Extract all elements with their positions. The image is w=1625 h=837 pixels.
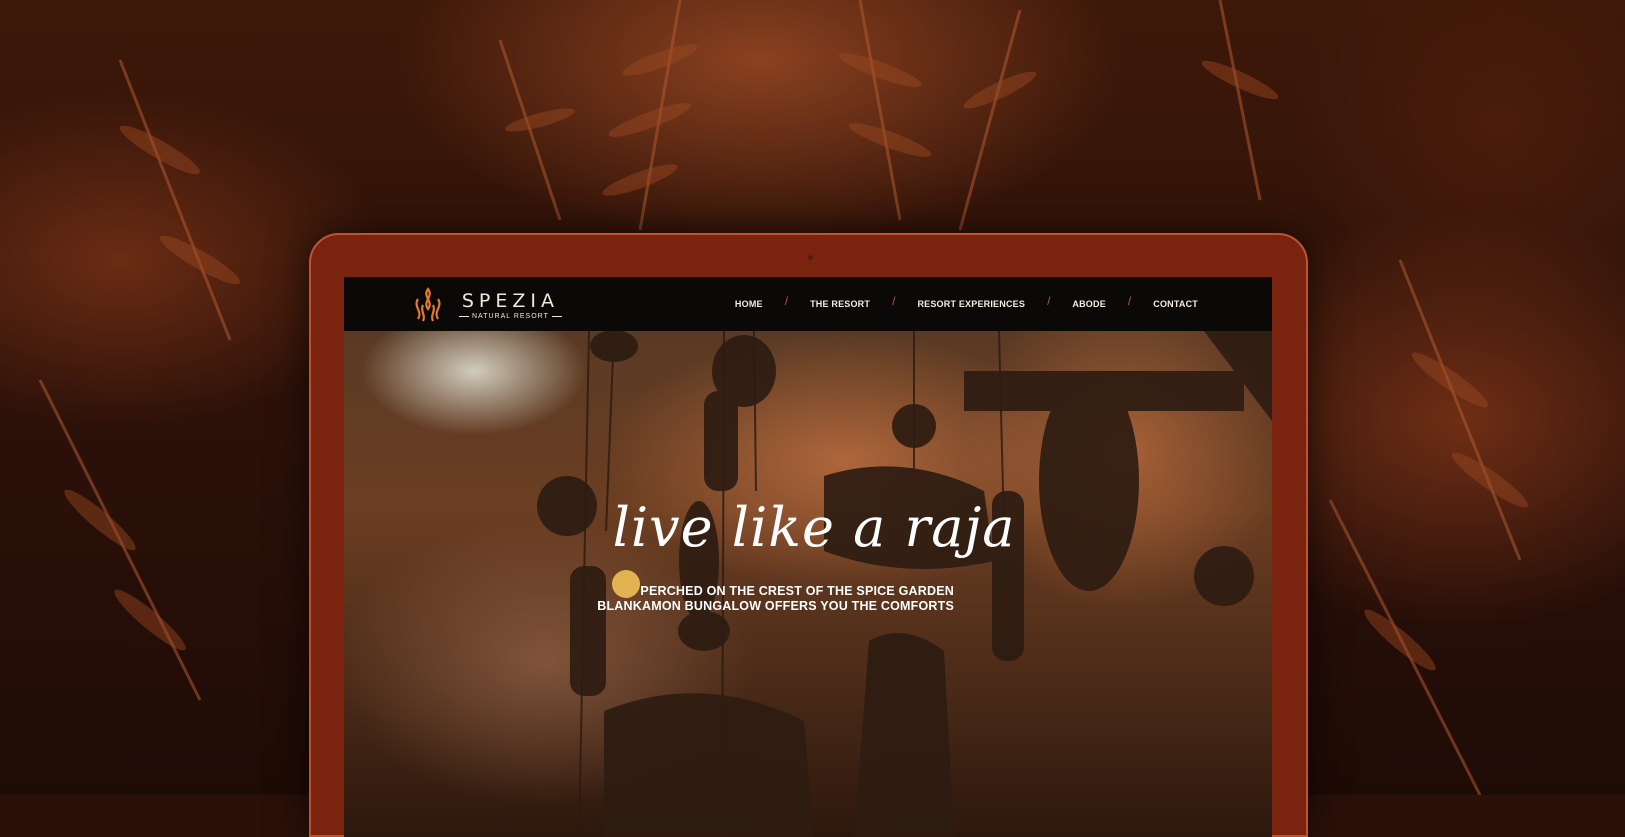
- site-navbar: SPEZIA NATURAL RESORT HOME / THE RESORT …: [344, 277, 1272, 331]
- nav-home[interactable]: HOME: [735, 299, 763, 309]
- nav-resort-experiences[interactable]: RESORT EXPERIENCES: [917, 299, 1025, 309]
- nav-abode[interactable]: ABODE: [1072, 299, 1106, 309]
- hero-subtitle-line-2: BLANKAMON BUNGALOW OFFERS YOU THE COMFOR…: [597, 599, 954, 613]
- camera-dot: [808, 255, 813, 260]
- nav-separator: /: [1127, 294, 1132, 308]
- brand-tagline: NATURAL RESORT: [472, 312, 549, 320]
- hero-subtitle: PERCHED ON THE CREST OF THE SPICE GARDEN…: [590, 584, 954, 614]
- laptop-frame: SPEZIA NATURAL RESORT HOME / THE RESORT …: [309, 233, 1308, 837]
- brand-tagline-row: NATURAL RESORT: [456, 313, 565, 320]
- hero-subtitle-line-1: PERCHED ON THE CREST OF THE SPICE GARDEN: [640, 584, 954, 598]
- nav-contact[interactable]: CONTACT: [1153, 299, 1198, 309]
- main-menu: HOME / THE RESORT / RESORT EXPERIENCES /…: [735, 277, 1198, 331]
- nav-separator: /: [784, 294, 789, 308]
- nav-separator: /: [892, 294, 896, 308]
- hero-title-script: live like a raja: [612, 496, 1016, 559]
- brand-logo[interactable]: SPEZIA NATURAL RESORT: [408, 285, 565, 325]
- flame-logo-icon: [415, 287, 441, 322]
- hero-banner: live like a raja PERCHED ON THE CREST OF…: [344, 331, 1272, 837]
- brand-name: SPEZIA: [461, 289, 560, 312]
- nav-the-resort[interactable]: THE RESORT: [810, 299, 870, 309]
- nav-separator: /: [1047, 294, 1051, 308]
- website-screen: SPEZIA NATURAL RESORT HOME / THE RESORT …: [344, 277, 1272, 837]
